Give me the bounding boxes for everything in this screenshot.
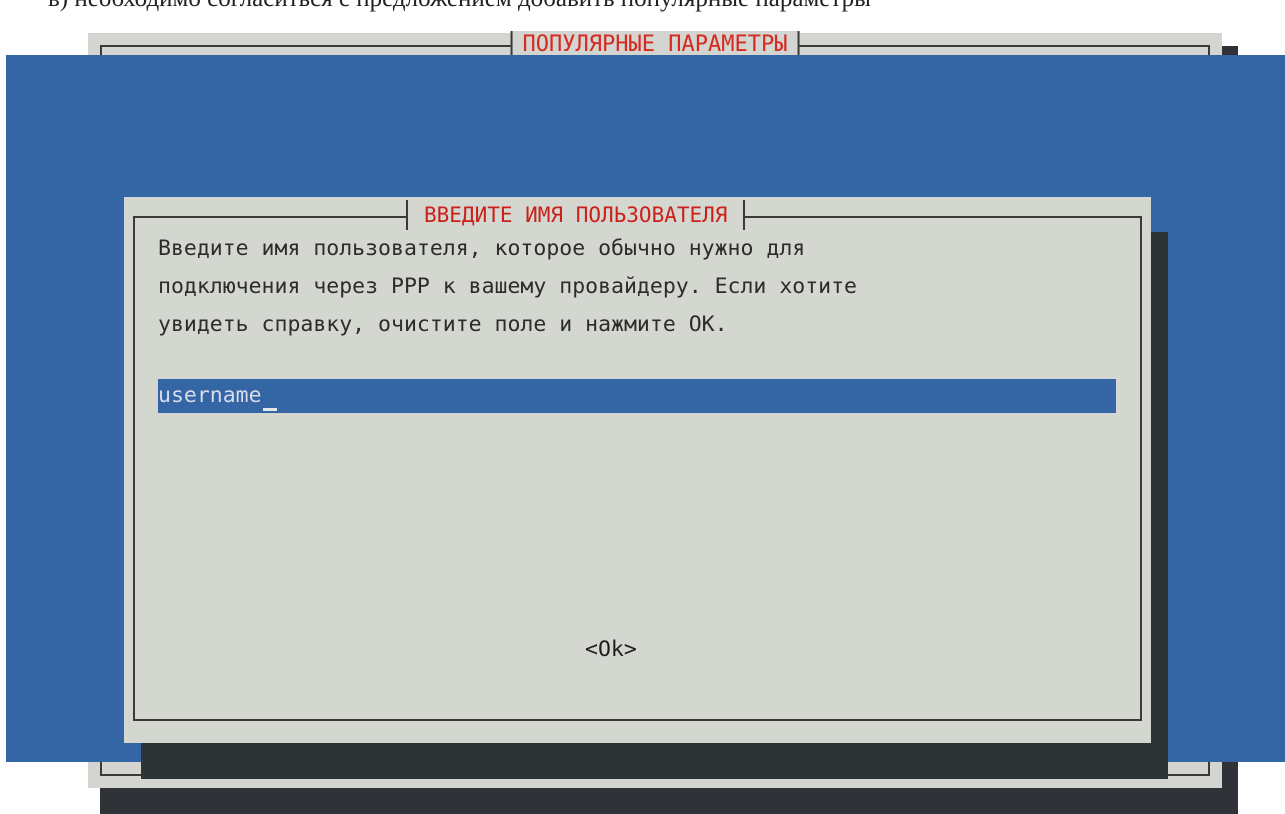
username-dialog: ВВЕДИТЕ ИМЯ ПОЛЬЗОВАТЕЛЯ Введите имя пол… xyxy=(124,197,1151,743)
terminal-screen: ВВЕДИТЕ ИМЯ ПОЛЬЗОВАТЕЛЯ Введите имя пол… xyxy=(6,55,1285,779)
ok-button[interactable]: <Ok> xyxy=(585,635,637,665)
dialog-title: ВВЕДИТЕ ИМЯ ПОЛЬЗОВАТЕЛЯ xyxy=(406,200,746,230)
username-input-value: username xyxy=(158,383,262,408)
dialog-message: Введите имя пользователя, которое обычно… xyxy=(158,230,1128,344)
background-dialog-shadow xyxy=(100,788,1238,814)
text-cursor xyxy=(262,408,277,411)
dialog-message-line: подключения через PPP к вашему провайдер… xyxy=(158,274,857,299)
dialog-message-line: увидеть справку, очистите поле и нажмите… xyxy=(158,312,728,337)
username-input[interactable]: username xyxy=(158,379,1116,413)
dialog-message-line: Введите имя пользователя, которое обычно… xyxy=(158,236,806,261)
document-caption: в) необходимо согласиться с предложением… xyxy=(48,0,871,14)
